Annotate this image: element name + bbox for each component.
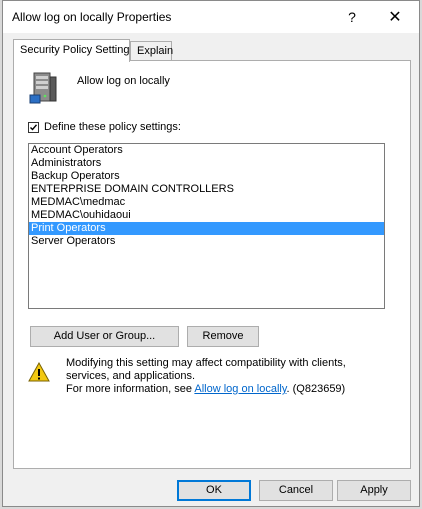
list-item[interactable]: ENTERPRISE DOMAIN CONTROLLERS [29, 183, 384, 196]
list-item[interactable]: Administrators [29, 157, 384, 170]
warning-message: Modifying this setting may affect compat… [66, 357, 386, 396]
server-icon [28, 71, 60, 105]
list-item[interactable]: MEDMAC\ouhidaoui [29, 209, 384, 222]
more-info-prefix: For more information, see [66, 383, 195, 395]
list-item[interactable]: Server Operators [29, 235, 384, 248]
tab-security-policy-setting[interactable]: Security Policy Setting [13, 39, 130, 62]
more-info-line: For more information, see Allow log on l… [66, 383, 386, 396]
add-user-or-group-button[interactable]: Add User or Group... [30, 326, 179, 347]
users-listbox[interactable]: Account Operators Administrators Backup … [28, 143, 385, 309]
warning-icon [28, 361, 50, 382]
list-item[interactable]: MEDMAC\medmac [29, 196, 384, 209]
list-item[interactable]: Backup Operators [29, 170, 384, 183]
help-button[interactable]: ? [332, 5, 372, 29]
apply-button[interactable]: Apply [337, 480, 411, 501]
list-item[interactable]: Account Operators [29, 144, 384, 157]
define-policy-checkbox[interactable] [28, 122, 39, 133]
title-bar[interactable]: Allow log on locally Properties ? ✕ [3, 1, 419, 33]
tab-explain[interactable]: Explain [130, 41, 173, 60]
window-title: Allow log on locally Properties [12, 10, 172, 24]
list-item-selected[interactable]: Print Operators [29, 222, 384, 235]
tab-panel: Allow log on locally Define these policy… [13, 60, 411, 469]
ok-button[interactable]: OK [177, 480, 251, 501]
close-button[interactable]: ✕ [375, 5, 415, 29]
warning-line: Modifying this setting may affect compat… [66, 357, 346, 382]
policy-name: Allow log on locally [77, 75, 170, 87]
properties-dialog: Allow log on locally Properties ? ✕ Secu… [2, 0, 420, 507]
remove-button[interactable]: Remove [187, 326, 259, 347]
cancel-button[interactable]: Cancel [259, 480, 333, 501]
more-info-link[interactable]: Allow log on locally [194, 383, 286, 395]
define-policy-label[interactable]: Define these policy settings: [44, 121, 181, 133]
more-info-suffix: . (Q823659) [286, 383, 346, 395]
